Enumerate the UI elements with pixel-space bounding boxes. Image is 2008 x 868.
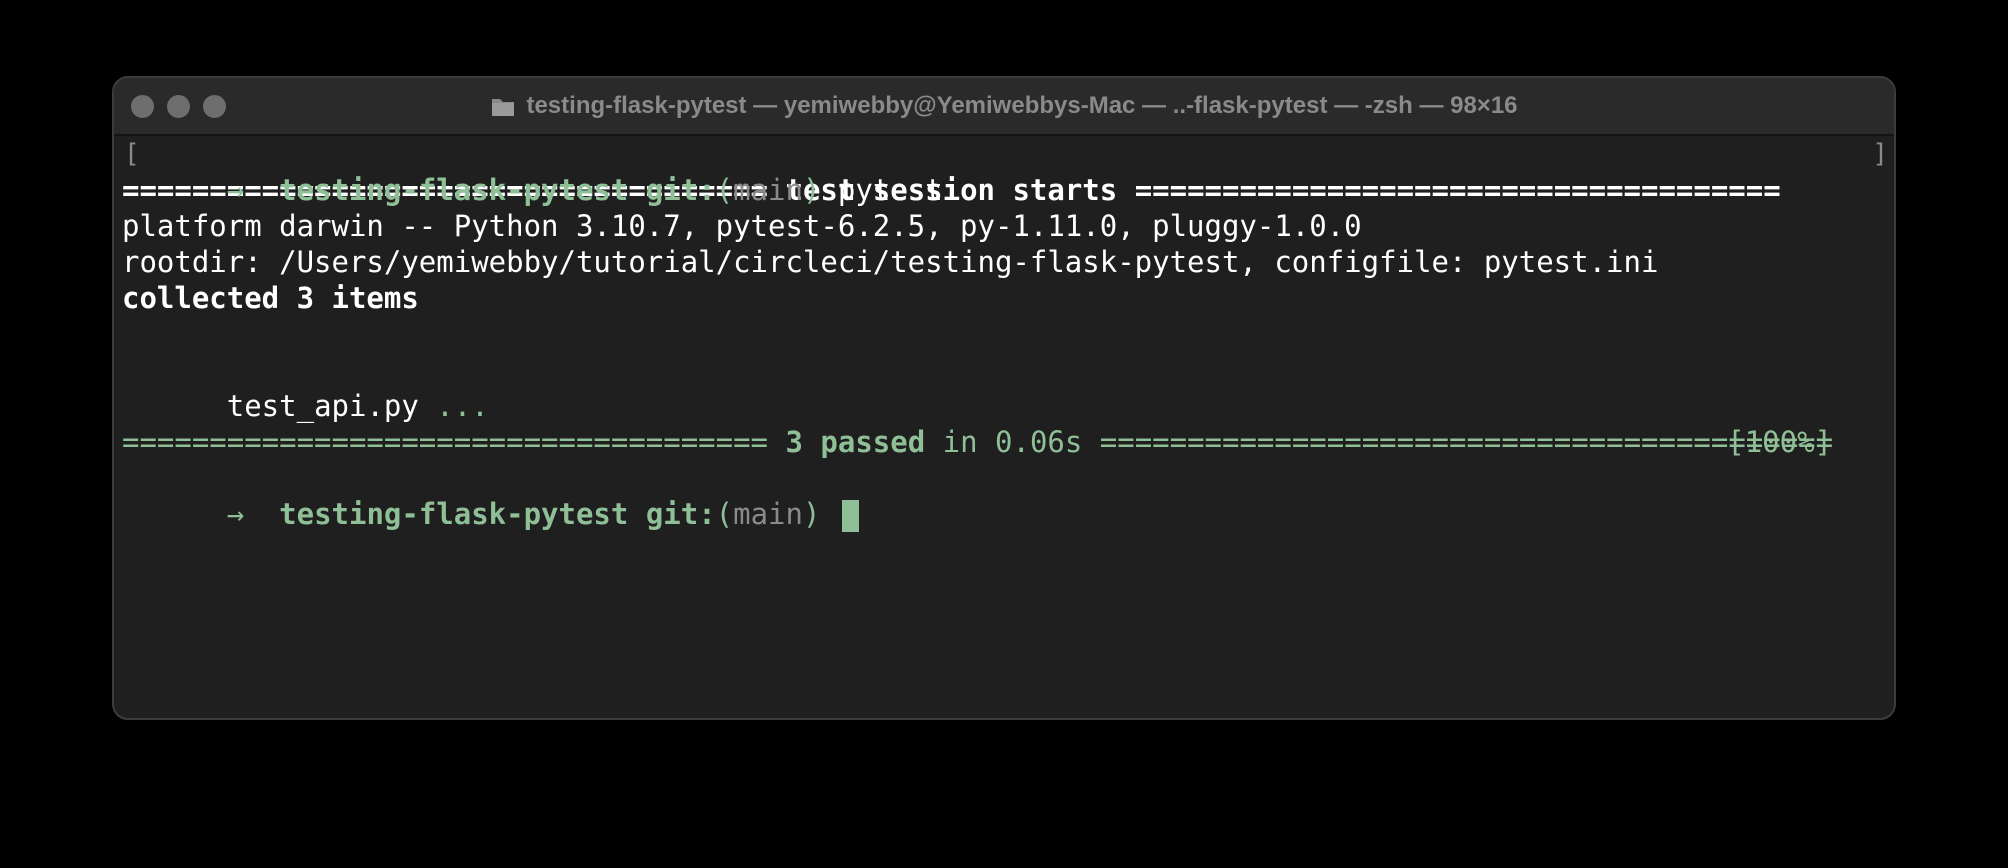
prompt-branch: main xyxy=(733,173,803,207)
command-text: pytest xyxy=(837,173,943,207)
prompt-arrow: → xyxy=(226,497,245,531)
prompt-arrow: → xyxy=(226,173,245,207)
test-file: test_api.py xyxy=(226,389,419,423)
window-title: testing-flask-pytest — yemiwebby@Yemiweb… xyxy=(526,92,1518,119)
terminal-content[interactable]: [→ testing-flask-pytest git:(main) pytes… xyxy=(114,136,1894,718)
summary-rule-right: ========================================… xyxy=(1099,425,1834,459)
title-bar[interactable]: testing-flask-pytest — yemiwebby@Yemiweb… xyxy=(114,78,1894,136)
folder-icon xyxy=(492,99,515,116)
summary-line: ===================================== 3 … xyxy=(122,424,1894,460)
text-cursor xyxy=(841,500,859,532)
prompt-git-label: git: xyxy=(645,173,716,207)
session-rule-right: ===================================== xyxy=(1134,173,1781,207)
prompt-git-label: git: xyxy=(645,497,716,531)
prompt-branch-close: ) xyxy=(802,173,821,207)
test-dots: ... xyxy=(436,389,489,423)
platform-line: platform darwin -- Python 3.10.7, pytest… xyxy=(122,209,1362,243)
prompt-directory: testing-flask-pytest xyxy=(279,497,629,531)
rootdir-line: rootdir: /Users/yemiwebby/tutorial/circl… xyxy=(122,245,1659,279)
prompt-branch-open: ( xyxy=(715,173,734,207)
test-result-line: test_api.py ... [100%] xyxy=(122,352,1894,459)
test-percent: [100%] xyxy=(1727,425,1832,459)
window-title-group: testing-flask-pytest — yemiwebby@Yemiweb… xyxy=(114,78,1894,134)
summary-passed: 3 passed xyxy=(785,425,926,459)
prompt-branch-open: ( xyxy=(715,497,734,531)
mark-bracket-right: ] xyxy=(1872,139,1888,169)
prompt-line: → testing-flask-pytest git:(main) xyxy=(122,460,1894,532)
mark-bracket-left: [ xyxy=(124,139,140,169)
prompt-branch-close: ) xyxy=(802,497,821,531)
command-line: [ → testing-flask-pytest git:(main) pytes… xyxy=(122,136,1894,207)
prompt-directory: testing-flask-pytest xyxy=(279,173,629,207)
terminal-window: testing-flask-pytest — yemiwebby@Yemiweb… xyxy=(112,76,1896,720)
summary-time: in 0.06s xyxy=(942,425,1083,459)
collected-line: collected 3 items xyxy=(122,281,419,315)
prompt-branch: main xyxy=(733,497,803,531)
